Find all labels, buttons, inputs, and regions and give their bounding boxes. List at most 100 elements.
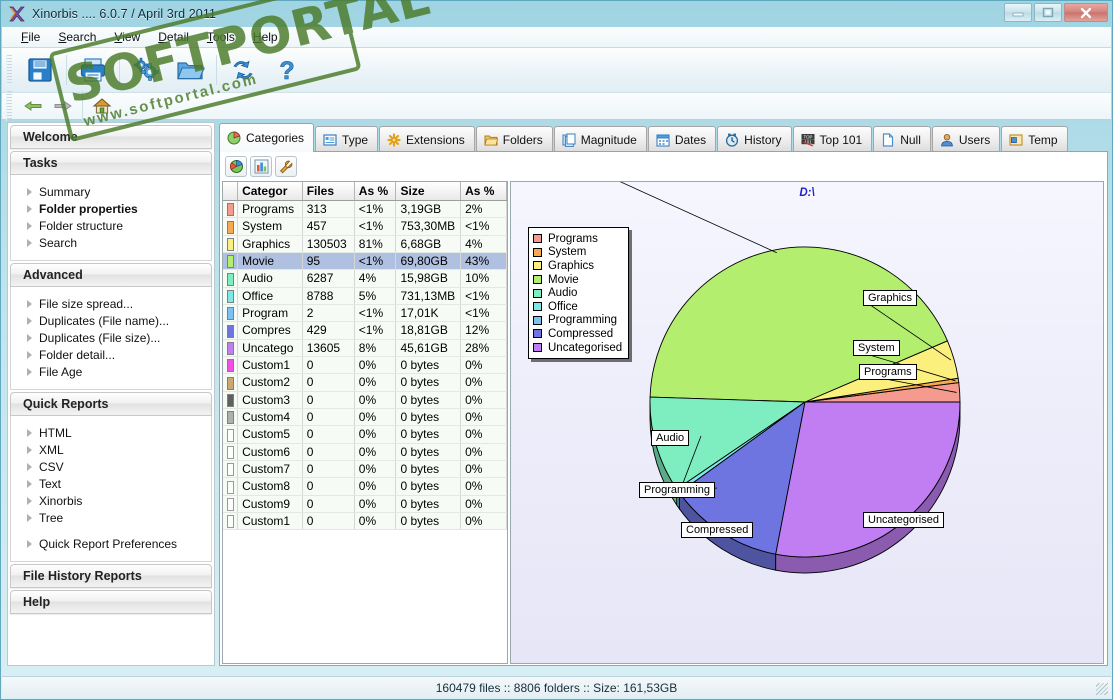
tab-null[interactable]: Null: [873, 126, 931, 152]
table-row[interactable]: Uncatego 13605 8% 45,61GB 28%: [223, 339, 507, 357]
open-folder-icon[interactable]: [168, 51, 212, 89]
forward-arrow-icon[interactable]: [48, 95, 78, 117]
table-row[interactable]: Custom1 0 0% 0 bytes 0%: [223, 356, 507, 375]
chart-callout-programs: Programs: [859, 364, 917, 380]
help-question-icon[interactable]: ?: [265, 51, 309, 89]
chart-options-button[interactable]: [275, 155, 297, 177]
table-row[interactable]: Custom1 0 0% 0 bytes 0%: [223, 512, 507, 531]
menu-search[interactable]: Search: [49, 28, 105, 46]
sidebar-item-tree[interactable]: Tree: [11, 509, 211, 526]
minimize-button[interactable]: [1004, 3, 1032, 22]
sidebar-section-help[interactable]: Help: [10, 590, 212, 614]
sidebar-item-summary[interactable]: Summary: [11, 183, 211, 200]
tab-users[interactable]: Users: [931, 126, 1001, 152]
sidebar-section-file-history-reports[interactable]: File History Reports: [10, 564, 212, 588]
cell-files-pct: <1%: [354, 200, 397, 219]
home-icon[interactable]: [87, 95, 117, 117]
table-row[interactable]: Custom9 0 0% 0 bytes 0%: [223, 495, 507, 513]
col-header-color[interactable]: [223, 182, 239, 201]
menu-tools[interactable]: Tools: [198, 28, 244, 46]
col-header-size[interactable]: Size: [395, 182, 462, 201]
save-icon[interactable]: [18, 51, 62, 89]
col-header-category[interactable]: Categor: [237, 182, 303, 201]
table-row[interactable]: Custom5 0 0% 0 bytes 0%: [223, 425, 507, 444]
maximize-button[interactable]: [1034, 3, 1062, 22]
sidebar-section-advanced[interactable]: Advanced: [10, 263, 212, 287]
sidebar-item-folder-structure[interactable]: Folder structure: [11, 217, 211, 234]
menu-detail[interactable]: Detail: [149, 28, 198, 46]
sidebar-item-file-age[interactable]: File Age: [11, 363, 211, 380]
table-row[interactable]: Audio 6287 4% 15,98GB 10%: [223, 269, 507, 288]
tab-dates[interactable]: Dates: [647, 126, 717, 152]
sidebar-section-welcome[interactable]: Welcome: [10, 125, 212, 149]
sidebar-item-duplicates-file-name[interactable]: Duplicates (File name)...: [11, 312, 211, 329]
sidebar-section-tasks[interactable]: Tasks: [10, 151, 212, 175]
col-header-files-pct[interactable]: As %: [354, 182, 397, 201]
table-row[interactable]: Custom3 0 0% 0 bytes 0%: [223, 391, 507, 409]
table-row[interactable]: Compres 429 <1% 18,81GB 12%: [223, 321, 507, 340]
table-row[interactable]: Program 2 <1% 17,01K <1%: [223, 304, 507, 323]
table-row[interactable]: System 457 <1% 753,30MB <1%: [223, 217, 507, 236]
pie-chart-view-button[interactable]: [225, 155, 247, 177]
menu-file[interactable]: File: [12, 28, 49, 46]
sidebar-item-xml[interactable]: XML: [11, 441, 211, 458]
tab-label: Null: [900, 132, 921, 147]
close-button[interactable]: [1064, 3, 1108, 22]
settings-gears-icon[interactable]: [124, 51, 168, 89]
pie-slice[interactable]: [775, 401, 961, 558]
tab-folders[interactable]: Folders: [475, 126, 553, 152]
tab-strip: Categories Type Extensions Folders Magni…: [219, 122, 1108, 152]
sidebar-item-xinorbis[interactable]: Xinorbis: [11, 492, 211, 509]
table-row[interactable]: Movie 95 <1% 69,80GB 43%: [223, 252, 507, 271]
tab-top-101[interactable]: TOP 101 Top 101: [792, 126, 873, 152]
table-row[interactable]: Custom8 0 0% 0 bytes 0%: [223, 477, 507, 496]
cell-files: 0: [302, 477, 355, 496]
table-row[interactable]: Custom6 0 0% 0 bytes 0%: [223, 443, 507, 461]
tab-extensions[interactable]: Extensions: [379, 126, 475, 152]
tab-type[interactable]: Type: [315, 126, 379, 152]
sidebar-section-quick-reports[interactable]: Quick Reports: [10, 392, 212, 416]
sidebar-item-csv[interactable]: CSV: [11, 458, 211, 475]
col-header-size-pct[interactable]: As %: [460, 182, 507, 201]
menu-view[interactable]: View: [105, 28, 149, 46]
cell-files-pct: 8%: [354, 339, 397, 357]
table-row[interactable]: Graphics 130503 81% 6,68GB 4%: [223, 235, 507, 253]
sidebar-item-text[interactable]: Text: [11, 475, 211, 492]
back-arrow-icon[interactable]: [18, 95, 48, 117]
table-row[interactable]: Custom7 0 0% 0 bytes 0%: [223, 460, 507, 479]
tab-temp[interactable]: Temp: [1001, 126, 1068, 152]
tab-categories[interactable]: Categories: [219, 123, 315, 152]
col-header-files[interactable]: Files: [302, 182, 355, 201]
menu-help[interactable]: Help: [244, 28, 287, 46]
navbar-grip[interactable]: [6, 91, 12, 121]
sidebar-item-search[interactable]: Search: [11, 234, 211, 251]
table-row[interactable]: Custom2 0 0% 0 bytes 0%: [223, 373, 507, 392]
sidebar-item-quick-report-preferences[interactable]: Quick Report Preferences: [11, 535, 211, 552]
cell-size: 18,81GB: [395, 321, 462, 340]
cell-size-pct: <1%: [460, 217, 507, 236]
sidebar-item-folder-properties[interactable]: Folder properties: [11, 200, 211, 217]
table-row[interactable]: Office 8788 5% 731,13MB <1%: [223, 287, 507, 305]
window-resize-grip[interactable]: [1096, 683, 1108, 695]
cell-category: Audio: [237, 269, 303, 288]
pie-chart-svg[interactable]: [511, 182, 1104, 664]
bar-chart-view-button[interactable]: [250, 155, 272, 177]
print-icon[interactable]: [71, 51, 115, 89]
sidebar-item-file-size-spread[interactable]: File size spread...: [11, 295, 211, 312]
sidebar-item-html[interactable]: HTML: [11, 424, 211, 441]
refresh-icon[interactable]: [221, 51, 265, 89]
toolbar-grip[interactable]: [6, 55, 12, 85]
sidebar-item-duplicates-file-size[interactable]: Duplicates (File size)...: [11, 329, 211, 346]
cell-files: 0: [302, 373, 355, 392]
cell-size: 0 bytes: [395, 391, 462, 409]
sidebar-item-folder-detail[interactable]: Folder detail...: [11, 346, 211, 363]
table-row[interactable]: Programs 313 <1% 3,19GB 2%: [223, 200, 507, 219]
categories-table-wrapper[interactable]: Categor Files As % Size As % Programs 313…: [222, 181, 508, 664]
cell-size: 0 bytes: [395, 495, 462, 513]
tab-magnitude[interactable]: Magnitude: [553, 126, 647, 152]
tab-history[interactable]: History: [717, 126, 792, 152]
cell-files: 429: [302, 321, 355, 340]
cell-files-pct: 0%: [354, 460, 397, 479]
cell-category: System: [237, 217, 303, 236]
table-row[interactable]: Custom4 0 0% 0 bytes 0%: [223, 408, 507, 427]
